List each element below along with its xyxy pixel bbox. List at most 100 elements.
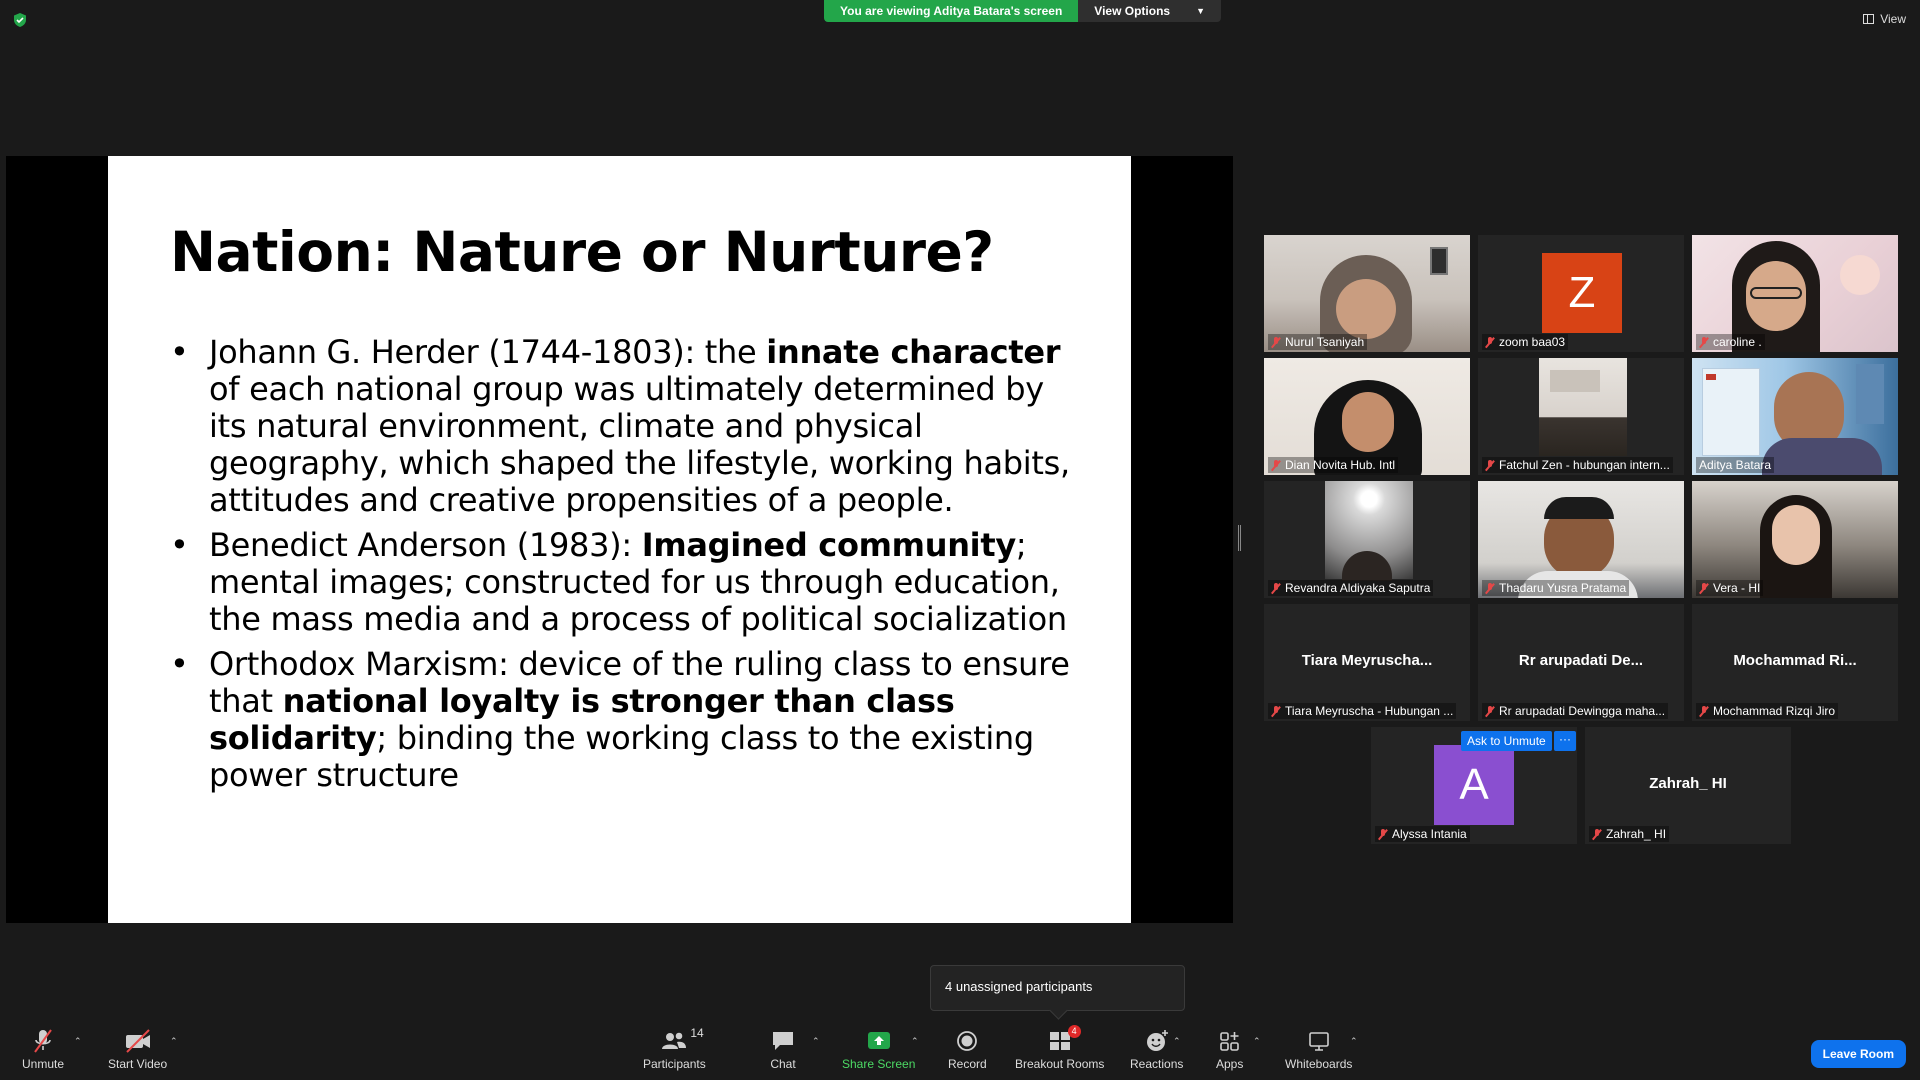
- chat-label: Chat: [770, 1057, 796, 1071]
- mic-muted-icon: [1485, 582, 1495, 594]
- encryption-shield-icon[interactable]: [12, 12, 28, 28]
- breakout-rooms-icon: 4: [1047, 1025, 1081, 1054]
- record-label: Record: [948, 1057, 987, 1071]
- slide-title: Nation: Nature or Nurture?: [170, 220, 994, 284]
- mic-muted-icon: [1271, 705, 1281, 717]
- participant-name: Fatchul Zen - hubungan intern...: [1482, 457, 1673, 473]
- bullet-marxism: Orthodox Marxism: device of the ruling c…: [170, 646, 1090, 794]
- mic-off-icon: [31, 1028, 55, 1054]
- participant-name: Thadaru Yusra Pratama: [1482, 580, 1630, 596]
- shared-screen: Nation: Nature or Nurture? Johann G. Her…: [6, 156, 1233, 923]
- screen-share-banner: You are viewing Aditya Batara's screen V…: [824, 0, 1221, 22]
- participant-display-name: Rr arupadati De...: [1518, 652, 1644, 669]
- ask-to-unmute-button[interactable]: Ask to Unmute: [1461, 731, 1552, 751]
- presentation-slide: Nation: Nature or Nurture? Johann G. Her…: [108, 156, 1131, 923]
- breakout-rooms-label: Breakout Rooms: [1015, 1057, 1105, 1071]
- mic-muted-icon: [1699, 705, 1709, 717]
- record-button[interactable]: Record: [948, 1028, 987, 1071]
- share-options-caret[interactable]: ⌃: [911, 1036, 919, 1047]
- participant-tile[interactable]: Mochammad Ri... Mochammad Rizqi Jiro: [1692, 604, 1898, 721]
- tooltip-text: 4 unassigned participants: [945, 979, 1093, 994]
- participant-tile[interactable]: Revandra Aldiyaka Saputra: [1264, 481, 1470, 598]
- mic-muted-icon: [1378, 828, 1388, 840]
- participant-display-name: Mochammad Ri...: [1733, 652, 1857, 669]
- whiteboards-label: Whiteboards: [1285, 1057, 1353, 1071]
- unmute-label: Unmute: [22, 1057, 65, 1071]
- view-label: View: [1880, 12, 1906, 26]
- participant-name: Mochammad Rizqi Jiro: [1696, 703, 1839, 719]
- participant-tile[interactable]: Nurul Tsaniyah: [1264, 235, 1470, 352]
- participant-name: Rr arupadati Dewingga maha...: [1482, 703, 1669, 719]
- participant-tile[interactable]: caroline .: [1692, 235, 1898, 352]
- avatar: Z: [1542, 253, 1622, 333]
- whiteboards-caret[interactable]: ⌃: [1350, 1036, 1358, 1047]
- participant-tile[interactable]: Z zoom baa03: [1478, 235, 1684, 352]
- participant-tile[interactable]: Vera - HI: [1692, 481, 1898, 598]
- participants-label: Participants: [643, 1057, 706, 1071]
- reactions-button[interactable]: Reactions: [1130, 1028, 1183, 1071]
- participant-name: Revandra Aldiyaka Saputra: [1268, 580, 1434, 596]
- reactions-caret[interactable]: ⌃: [1173, 1036, 1181, 1047]
- zoom-meeting-window: You are viewing Aditya Batara's screen V…: [0, 0, 1920, 1080]
- unmute-button[interactable]: Unmute: [22, 1028, 64, 1071]
- mic-muted-icon: [1485, 705, 1495, 717]
- start-video-label: Start Video: [108, 1057, 168, 1071]
- participants-button[interactable]: 14 Participants: [643, 1026, 706, 1071]
- participant-tile[interactable]: Fatchul Zen - hubungan intern...: [1478, 358, 1684, 475]
- video-off-icon: [123, 1028, 153, 1054]
- slide-bullets: Johann G. Herder (1744-1803): the innate…: [170, 334, 1090, 802]
- mic-muted-icon: [1592, 828, 1602, 840]
- start-video-button[interactable]: Start Video: [108, 1028, 167, 1071]
- share-screen-icon: [866, 1028, 892, 1054]
- participant-display-name: Tiara Meyruscha...: [1301, 652, 1433, 669]
- mic-muted-icon: [1271, 582, 1281, 594]
- reactions-label: Reactions: [1130, 1057, 1184, 1071]
- video-options-caret[interactable]: ⌃: [170, 1036, 178, 1047]
- participant-name: caroline .: [1696, 334, 1765, 350]
- avatar: A: [1434, 745, 1514, 825]
- panel-resize-handle[interactable]: [1238, 525, 1241, 551]
- breakout-badge: 4: [1067, 1025, 1081, 1038]
- meeting-toolbar: Unmute ⌃ Start Video ⌃ 14 Participants C…: [0, 1020, 1920, 1080]
- apps-button[interactable]: Apps: [1216, 1028, 1243, 1071]
- participant-tile[interactable]: Zahrah_ HI Zahrah_ HI: [1585, 727, 1791, 844]
- participant-display-name: Zahrah_ HI: [1649, 775, 1727, 792]
- participant-tile[interactable]: Dian Novita Hub. Intl: [1264, 358, 1470, 475]
- more-options-button[interactable]: ···: [1554, 731, 1576, 751]
- audio-options-caret[interactable]: ⌃: [74, 1036, 82, 1047]
- chevron-down-icon: ▼: [1196, 6, 1205, 16]
- participant-name: Nurul Tsaniyah: [1268, 334, 1368, 350]
- view-options-button[interactable]: View Options ▼: [1078, 0, 1221, 22]
- participant-name: Alyssa Intania: [1375, 826, 1470, 842]
- participants-count: 14: [690, 1026, 704, 1040]
- participant-name: zoom baa03: [1482, 334, 1569, 350]
- chat-options-caret[interactable]: ⌃: [812, 1036, 820, 1047]
- record-icon: [954, 1028, 980, 1054]
- participant-tile[interactable]: Rr arupadati De... Rr arupadati Dewingga…: [1478, 604, 1684, 721]
- participant-tile[interactable]: Tiara Meyruscha... Tiara Meyruscha - Hub…: [1264, 604, 1470, 721]
- apps-caret[interactable]: ⌃: [1253, 1036, 1261, 1047]
- view-button[interactable]: View: [1863, 12, 1906, 26]
- mic-muted-icon: [1271, 459, 1281, 471]
- mic-muted-icon: [1699, 336, 1709, 348]
- participant-tile-active-speaker[interactable]: Aditya Batara: [1692, 358, 1898, 475]
- gallery-view-icon: [1863, 14, 1875, 24]
- participant-name: Vera - HI: [1696, 580, 1764, 596]
- apps-label: Apps: [1216, 1057, 1244, 1071]
- chat-button[interactable]: Chat: [770, 1028, 796, 1071]
- share-screen-label: Share Screen: [842, 1057, 916, 1071]
- whiteboards-button[interactable]: Whiteboards: [1285, 1028, 1352, 1071]
- participant-name: Aditya Batara: [1696, 457, 1775, 473]
- participant-tile[interactable]: Thadaru Yusra Pratama: [1478, 481, 1684, 598]
- bullet-herder: Johann G. Herder (1744-1803): the innate…: [170, 334, 1090, 519]
- whiteboard-icon: [1306, 1028, 1332, 1054]
- view-options-label: View Options: [1094, 4, 1171, 18]
- leave-room-button[interactable]: Leave Room: [1810, 1040, 1906, 1068]
- mic-muted-icon: [1485, 336, 1495, 348]
- participants-icon: 14: [660, 1026, 704, 1054]
- participant-name: Tiara Meyruscha - Hubungan ...: [1268, 703, 1457, 719]
- reactions-icon: [1144, 1028, 1170, 1054]
- share-screen-button[interactable]: Share Screen: [842, 1028, 915, 1071]
- chat-icon: [770, 1028, 796, 1054]
- breakout-rooms-button[interactable]: 4 Breakout Rooms: [1015, 1025, 1105, 1071]
